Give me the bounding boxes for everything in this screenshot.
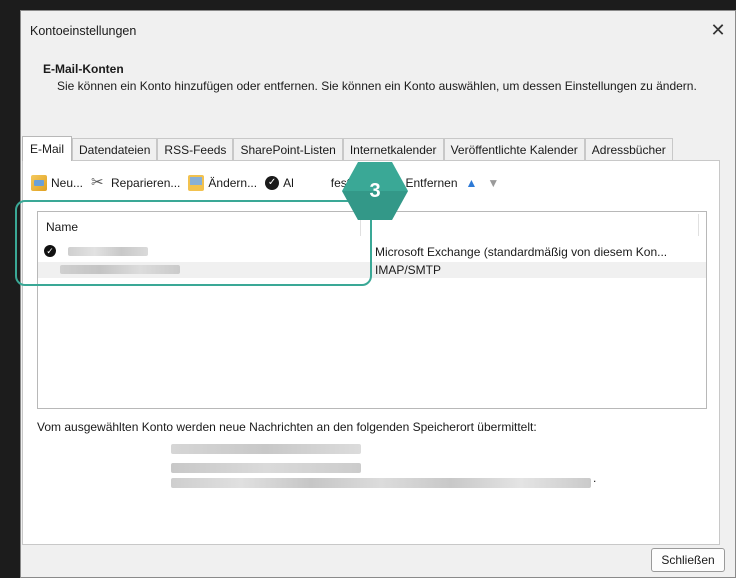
tab-data-files[interactable]: Datendateien <box>72 138 158 160</box>
account-toolbar: Neu... Reparieren... Ändern... ✓ Al fest… <box>31 171 499 195</box>
redacted-delivery-location <box>171 463 361 473</box>
repair-label: Reparieren... <box>111 176 181 190</box>
repair-button[interactable]: Reparieren... <box>91 173 181 191</box>
tab-rss-feeds[interactable]: RSS-Feeds <box>157 138 234 160</box>
close-icon[interactable]: ✕ <box>707 19 729 41</box>
check-circle-icon: ✓ <box>265 176 280 190</box>
change-account-icon <box>188 175 205 191</box>
tab-address-books[interactable]: Adressbücher <box>584 138 673 160</box>
account-row[interactable]: IMAP/SMTP <box>38 262 706 278</box>
redacted-delivery-location <box>171 444 361 454</box>
redacted-account-name <box>68 247 148 256</box>
account-type: Microsoft Exchange (standardmäßig von di… <box>375 245 668 259</box>
tab-sharepoint-lists[interactable]: SharePoint-Listen <box>233 138 343 160</box>
new-account-button[interactable]: Neu... <box>31 175 83 191</box>
column-header-name[interactable]: Name <box>46 220 78 234</box>
new-mail-icon <box>31 175 47 191</box>
delivery-trailing-dot: . <box>593 471 597 485</box>
move-down-arrow-icon[interactable]: ▼ <box>487 176 499 190</box>
window-title: Kontoeinstellungen <box>30 24 137 38</box>
default-account-check-icon: ✓ <box>44 245 56 257</box>
dialog-header: E-Mail-Konten Sie können ein Konto hinzu… <box>43 62 733 93</box>
redacted-account-name <box>60 265 180 274</box>
step-number: 3 <box>369 179 381 202</box>
account-row[interactable]: ✓ Microsoft Exchange (standardmäßig von … <box>38 244 706 260</box>
account-list: Name ✓ Microsoft Exchange (standardmäßig… <box>37 211 707 409</box>
step-callout: 3 <box>340 160 410 222</box>
close-button[interactable]: Schließen <box>651 548 725 572</box>
column-divider <box>698 214 699 236</box>
set-default-label-start: Al <box>283 176 294 190</box>
move-up-arrow-icon[interactable]: ▲ <box>466 176 478 190</box>
new-account-label: Neu... <box>51 176 84 190</box>
delivery-location-text: Vom ausgewählten Konto werden neue Nachr… <box>37 420 537 434</box>
repair-tools-icon <box>91 173 107 191</box>
change-label: Ändern... <box>208 176 258 190</box>
change-button[interactable]: Ändern... <box>188 175 257 191</box>
header-title: E-Mail-Konten <box>43 62 124 76</box>
redacted-delivery-path <box>171 478 591 488</box>
remove-label: Entfernen <box>405 176 458 190</box>
tab-email[interactable]: E-Mail <box>22 136 73 161</box>
tab-published-calendars[interactable]: Veröffentlichte Kalender <box>443 138 585 160</box>
header-description: Sie können ein Konto hinzufügen oder ent… <box>57 79 697 93</box>
account-type: IMAP/SMTP <box>375 263 442 277</box>
tab-internet-calendars[interactable]: Internetkalender <box>342 138 444 160</box>
account-settings-dialog: Kontoeinstellungen ✕ E-Mail-Konten Sie k… <box>20 10 736 578</box>
tab-strip: E-Mail Datendateien RSS-Feeds SharePoint… <box>22 136 673 161</box>
